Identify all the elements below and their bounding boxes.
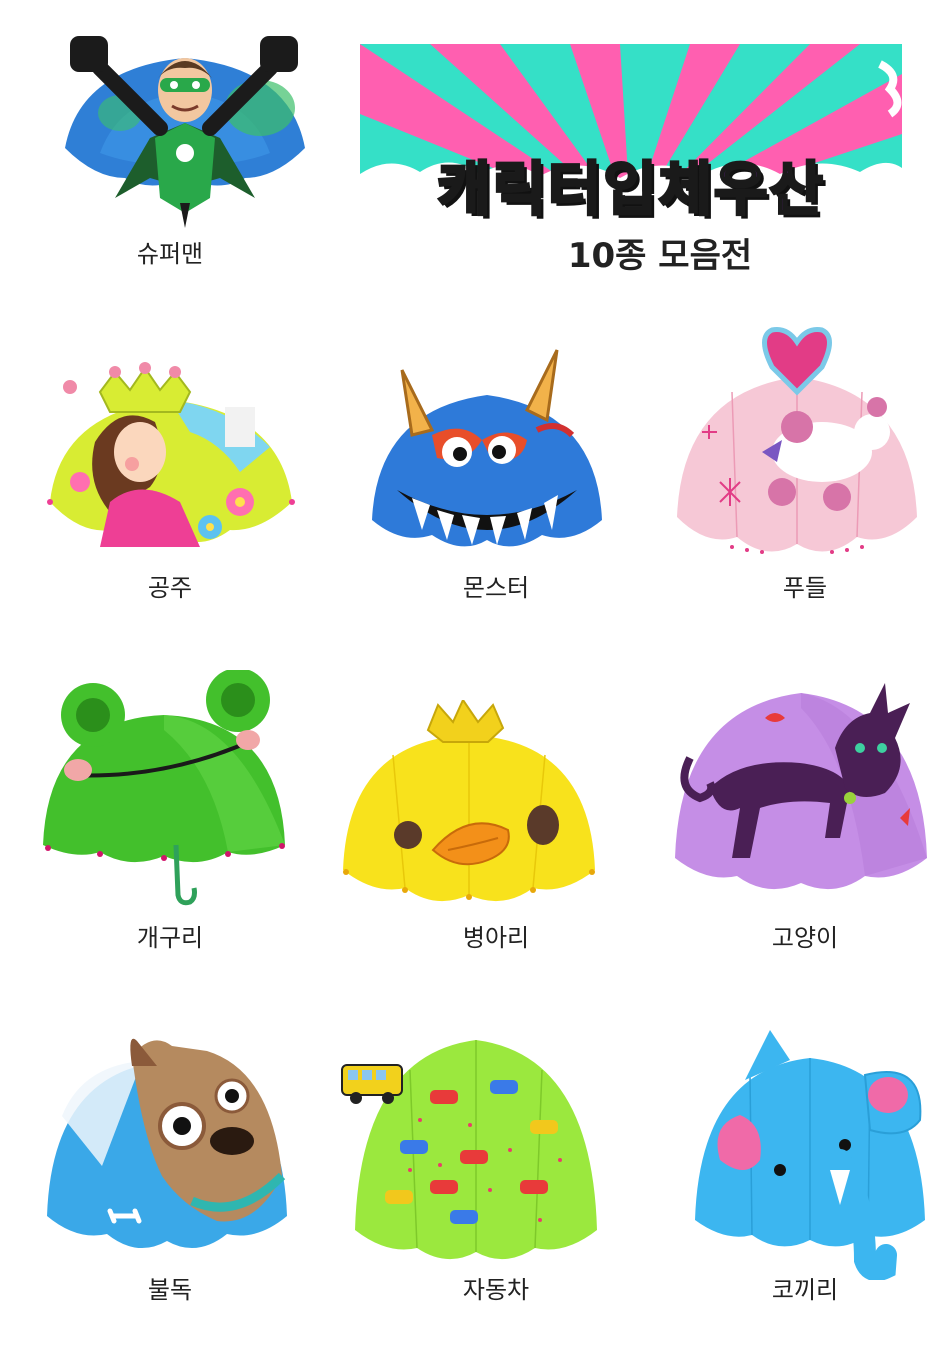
poodle-umbrella-image xyxy=(677,327,917,554)
elephant-umbrella-image xyxy=(695,1030,925,1280)
promo-banner: 캐릭터입체우산 xyxy=(360,44,902,224)
product-label: 공주 xyxy=(147,574,193,602)
banner-title: 캐릭터입체우산 xyxy=(436,154,825,225)
cat-umbrella-image xyxy=(675,683,927,890)
product-label: 고양이 xyxy=(771,924,839,952)
superhero-umbrella-image xyxy=(65,36,305,228)
frog-umbrella-image xyxy=(43,670,285,906)
chick-umbrella-image xyxy=(343,700,595,902)
product-label: 개구리 xyxy=(136,924,204,952)
product-label: 슈퍼맨 xyxy=(136,240,204,268)
product-label: 자동차 xyxy=(462,1276,530,1304)
product-label: 몬스터 xyxy=(462,574,530,602)
bulldog-umbrella-image xyxy=(47,1038,287,1249)
product-label: 푸들 xyxy=(782,574,828,602)
car-umbrella-image xyxy=(341,1040,597,1260)
princess-umbrella-image xyxy=(47,362,295,547)
banner-subtitle: 10종 모음전 xyxy=(567,236,753,276)
monster-umbrella-image xyxy=(372,349,602,547)
product-label: 불독 xyxy=(147,1276,193,1304)
product-label: 코끼리 xyxy=(771,1276,839,1304)
product-label: 병아리 xyxy=(462,924,530,952)
